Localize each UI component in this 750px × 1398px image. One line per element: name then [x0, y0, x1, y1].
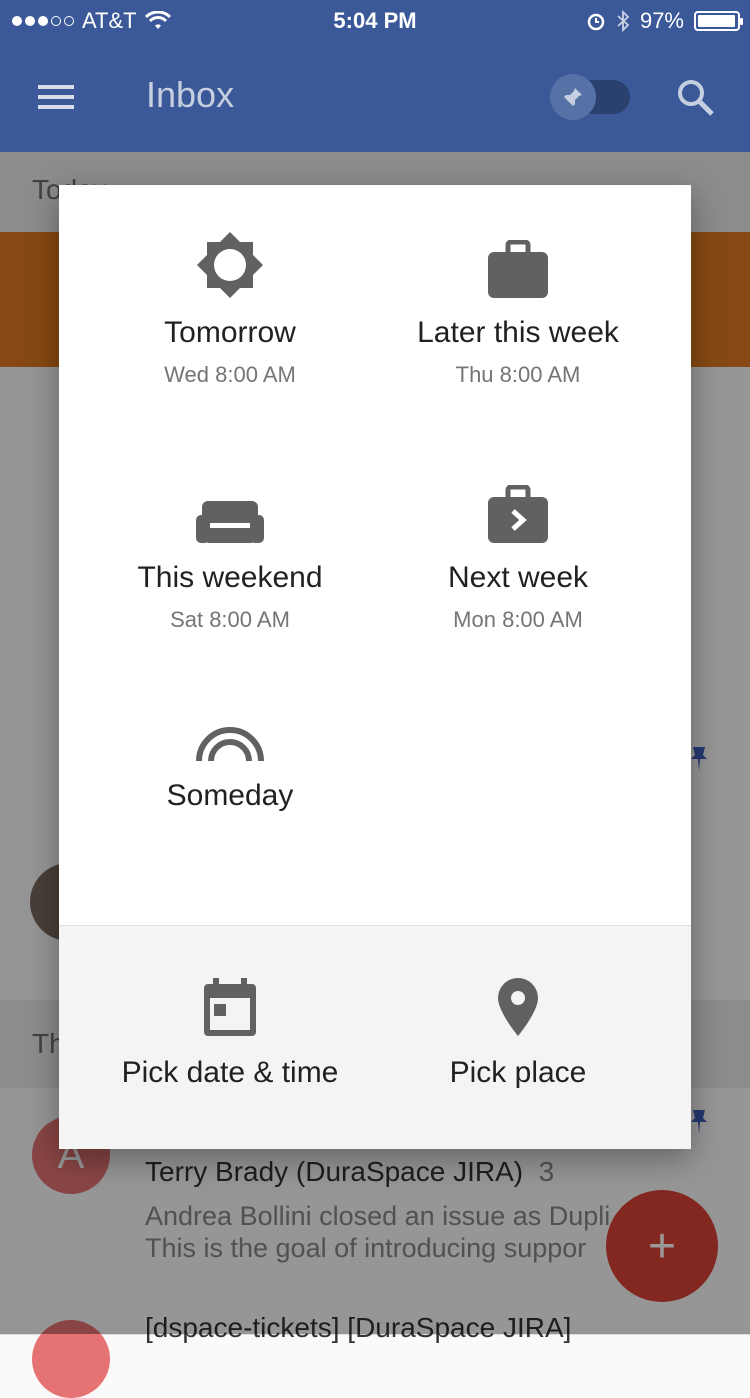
- option-time: Thu 8:00 AM: [455, 362, 581, 387]
- couch-icon: [196, 501, 264, 543]
- option-label: Tomorrow: [164, 316, 296, 349]
- option-tomorrow[interactable]: Tomorrow Wed 8:00 AM: [85, 230, 375, 388]
- option-label: Later this week: [417, 316, 619, 349]
- status-bar: AT&T 5:04 PM 97%: [0, 0, 750, 40]
- battery-icon: [694, 11, 743, 31]
- page-title: Inbox: [146, 74, 235, 115]
- dialog-bottom-actions: Pick date & time Pick place: [59, 925, 691, 1149]
- calendar-icon: [204, 978, 256, 1036]
- option-this-weekend[interactable]: This weekend Sat 8:00 AM: [85, 475, 375, 633]
- menu-icon[interactable]: [38, 85, 74, 109]
- alarm-icon: [587, 13, 605, 31]
- option-label: This weekend: [137, 561, 323, 594]
- option-next-week[interactable]: Next week Mon 8:00 AM: [373, 475, 663, 633]
- pick-place-button[interactable]: Pick place: [373, 968, 663, 1090]
- location-pin-icon: [498, 978, 538, 1036]
- bluetooth-icon: [617, 10, 630, 32]
- option-label: Someday: [166, 779, 294, 812]
- briefcase-icon: [488, 240, 548, 298]
- option-label: Pick place: [449, 1056, 587, 1089]
- option-label: Next week: [447, 561, 589, 594]
- pin-icon: [550, 74, 596, 120]
- status-right: 97%: [586, 8, 743, 34]
- option-time: Wed 8:00 AM: [164, 362, 296, 387]
- sun-icon: [197, 232, 263, 298]
- rainbow-icon: [196, 727, 264, 762]
- battery-percent: 97%: [639, 8, 684, 33]
- pinned-toggle[interactable]: [550, 74, 630, 120]
- option-time: Mon 8:00 AM: [453, 607, 583, 632]
- option-someday[interactable]: Someday: [85, 693, 375, 813]
- pick-date-time-button[interactable]: Pick date & time: [85, 968, 375, 1090]
- option-later-this-week[interactable]: Later this week Thu 8:00 AM: [373, 230, 663, 388]
- app-bar: Inbox: [0, 40, 750, 152]
- option-label: Pick date & time: [121, 1056, 339, 1089]
- search-icon[interactable]: [676, 78, 716, 118]
- option-time: Sat 8:00 AM: [170, 607, 290, 632]
- briefcase-arrow-icon: [488, 485, 548, 543]
- snooze-dialog: Tomorrow Wed 8:00 AM Later this week Thu…: [59, 185, 691, 1149]
